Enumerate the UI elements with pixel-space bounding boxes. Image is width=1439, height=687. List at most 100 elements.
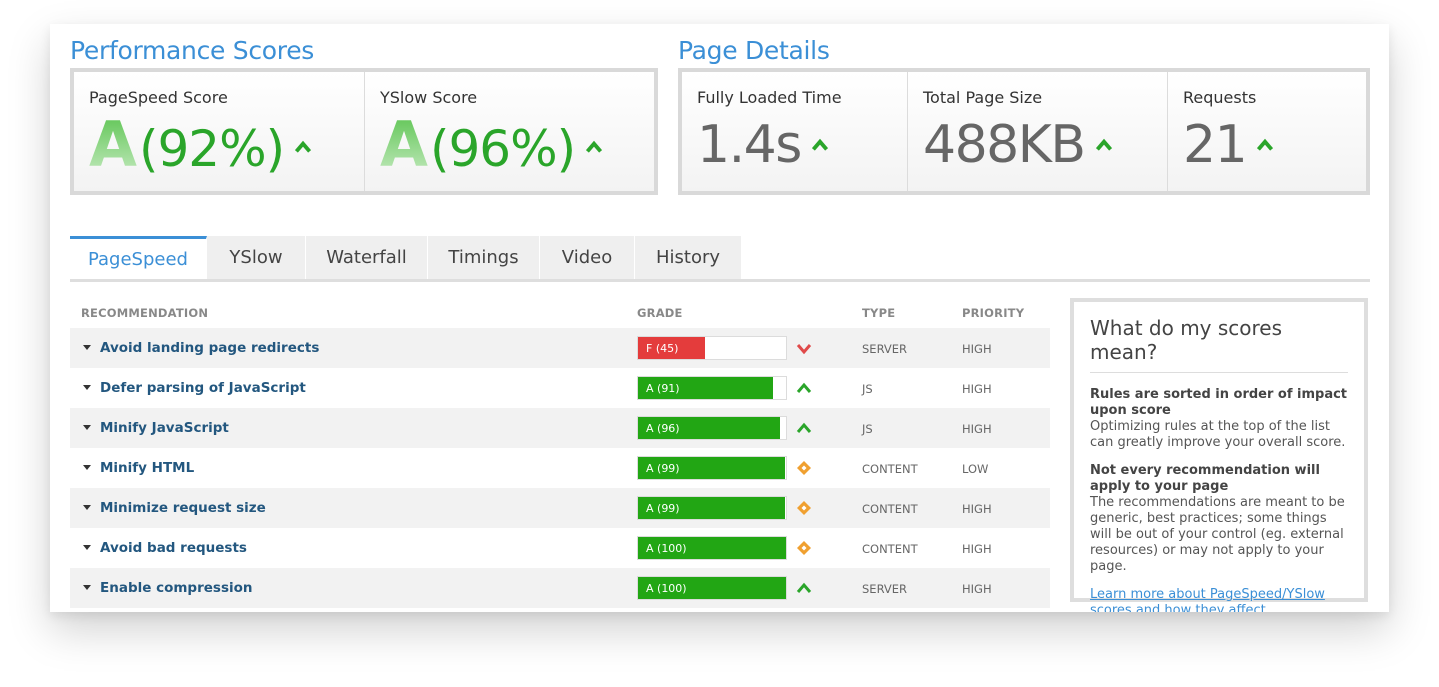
tab-history[interactable]: History bbox=[635, 236, 742, 279]
recommendation-name[interactable]: Minimize request size bbox=[100, 500, 266, 516]
info-text-not-every: The recommendations are meant to be gene… bbox=[1090, 495, 1345, 574]
header-recommendation[interactable]: RECOMMENDATION bbox=[81, 306, 208, 320]
grade-bar-fill: A (100) bbox=[638, 577, 786, 599]
pagespeed-percent: (92%) bbox=[138, 120, 285, 178]
caret-down-icon[interactable] bbox=[83, 585, 91, 590]
recommendation-name[interactable]: Enable compression bbox=[100, 580, 253, 596]
recommendation-priority: HIGH bbox=[962, 422, 992, 436]
table-row[interactable]: Minify HTML A (99) CONTENT LOW bbox=[70, 448, 1050, 488]
requests-value: 21 bbox=[1183, 115, 1248, 175]
table-row[interactable]: Avoid bad requests A (100) CONTENT HIGH bbox=[70, 528, 1050, 568]
recommendation-priority: LOW bbox=[962, 462, 989, 476]
chevron-up-icon bbox=[1257, 138, 1274, 151]
grade-bar: A (100) bbox=[637, 576, 787, 600]
recommendation-type: CONTENT bbox=[862, 462, 918, 476]
grade-bar: A (96) bbox=[637, 416, 787, 440]
info-heading-sorted: Rules are sorted in order of impact upon… bbox=[1090, 387, 1348, 418]
recommendation-priority: HIGH bbox=[962, 342, 992, 356]
grade-bar-fill: A (96) bbox=[638, 417, 781, 439]
recommendation-name[interactable]: Avoid landing page redirects bbox=[100, 340, 319, 356]
caret-down-icon[interactable] bbox=[83, 505, 91, 510]
table-row[interactable]: Minify JavaScript A (96) JS HIGH bbox=[70, 408, 1050, 448]
info-title: What do my scores mean? bbox=[1090, 316, 1348, 373]
yslow-grade: A bbox=[380, 108, 428, 181]
caret-down-icon[interactable] bbox=[83, 545, 91, 550]
grade-bar: A (91) bbox=[637, 376, 787, 400]
chevron-up-icon bbox=[586, 140, 603, 153]
header-type[interactable]: TYPE bbox=[862, 306, 895, 320]
recommendation-type: JS bbox=[862, 422, 873, 436]
recommendation-priority: HIGH bbox=[962, 582, 992, 596]
grade-bar: A (99) bbox=[637, 456, 787, 480]
table-row[interactable]: Defer parsing of JavaScript A (91) JS HIGH bbox=[70, 368, 1050, 408]
diamond-neutral-icon bbox=[797, 501, 811, 515]
grade-bar-fill: A (91) bbox=[638, 377, 773, 399]
fully-loaded-time-value: 1.4s bbox=[697, 115, 802, 175]
chevron-up-icon bbox=[811, 138, 828, 151]
yslow-percent: (96%) bbox=[429, 120, 576, 178]
grade-bar-fill: A (99) bbox=[638, 457, 785, 479]
report-card: Performance Scores Page Details PageSpee… bbox=[50, 24, 1389, 612]
page-details-title: Page Details bbox=[678, 36, 830, 65]
performance-scores-box: PageSpeed Score A (92%) YSlow Score A (9… bbox=[70, 68, 658, 195]
total-page-size-label: Total Page Size bbox=[923, 88, 1043, 107]
chevron-up-icon bbox=[796, 382, 812, 393]
recommendation-type: SERVER bbox=[862, 582, 908, 596]
recommendation-name[interactable]: Minify HTML bbox=[100, 460, 194, 476]
chevron-down-icon bbox=[796, 344, 812, 355]
header-priority[interactable]: PRIORITY bbox=[962, 306, 1024, 320]
requests-value-row: 21 bbox=[1183, 110, 1276, 180]
caret-down-icon[interactable] bbox=[83, 425, 91, 430]
caret-down-icon[interactable] bbox=[83, 345, 91, 350]
table-row[interactable]: Enable compression A (100) SERVER HIGH bbox=[70, 568, 1050, 608]
tab-video[interactable]: Video bbox=[540, 236, 635, 279]
tab-pagespeed[interactable]: PageSpeed bbox=[70, 236, 207, 279]
info-heading-not-every: Not every recommendation will apply to y… bbox=[1090, 463, 1320, 494]
recommendation-priority: HIGH bbox=[962, 382, 992, 396]
chevron-up-icon bbox=[1095, 138, 1112, 151]
scores-info-box: What do my scores mean? Rules are sorted… bbox=[1070, 298, 1368, 612]
caret-down-icon[interactable] bbox=[83, 385, 91, 390]
requests-label: Requests bbox=[1183, 88, 1257, 107]
recommendations-table: RECOMMENDATION GRADE TYPE PRIORITY Avoid… bbox=[70, 298, 1050, 608]
fully-loaded-time-label: Fully Loaded Time bbox=[697, 88, 842, 107]
table-body: Avoid landing page redirects F (45) SERVER… bbox=[70, 328, 1050, 608]
yslow-score-value: A (96%) bbox=[380, 110, 605, 184]
yslow-score: YSlow Score A (96%) bbox=[365, 72, 654, 191]
header-grade[interactable]: GRADE bbox=[637, 306, 683, 320]
total-page-size-value: 488KB bbox=[923, 115, 1086, 175]
fully-loaded-time: Fully Loaded Time 1.4s bbox=[682, 72, 908, 191]
chevron-up-icon bbox=[796, 582, 812, 593]
pagespeed-score: PageSpeed Score A (92%) bbox=[74, 72, 365, 191]
caret-down-icon[interactable] bbox=[83, 465, 91, 470]
diamond-neutral-icon bbox=[797, 541, 811, 555]
pagespeed-grade: A bbox=[89, 108, 137, 181]
requests: Requests 21 bbox=[1168, 72, 1366, 191]
table-header: RECOMMENDATION GRADE TYPE PRIORITY bbox=[70, 298, 1050, 328]
total-page-size: Total Page Size 488KB bbox=[908, 72, 1168, 191]
grade-bar-fill: A (99) bbox=[638, 497, 785, 519]
recommendation-type: JS bbox=[862, 382, 873, 396]
page-details-box: Fully Loaded Time 1.4s Total Page Size 4… bbox=[678, 68, 1370, 195]
grade-bar: A (99) bbox=[637, 496, 787, 520]
pagespeed-score-value: A (92%) bbox=[89, 110, 314, 184]
tab-waterfall[interactable]: Waterfall bbox=[306, 236, 428, 279]
table-row[interactable]: Minimize request size A (99) CONTENT HIGH bbox=[70, 488, 1050, 528]
performance-scores-title: Performance Scores bbox=[70, 36, 315, 65]
learn-more-link[interactable]: Learn more about PageSpeed/YSlow scores … bbox=[1090, 587, 1348, 612]
recommendation-name[interactable]: Minify JavaScript bbox=[100, 420, 229, 436]
fully-loaded-time-value-row: 1.4s bbox=[697, 110, 831, 180]
grade-bar-fill: A (100) bbox=[638, 537, 786, 559]
tab-timings[interactable]: Timings bbox=[428, 236, 540, 279]
chevron-up-icon bbox=[295, 140, 312, 153]
grade-bar: F (45) bbox=[637, 336, 787, 360]
total-page-size-value-row: 488KB bbox=[923, 110, 1115, 180]
recommendation-name[interactable]: Defer parsing of JavaScript bbox=[100, 380, 306, 396]
recommendation-priority: HIGH bbox=[962, 542, 992, 556]
recommendation-name[interactable]: Avoid bad requests bbox=[100, 540, 247, 556]
report-tabs: PageSpeed YSlow Waterfall Timings Video … bbox=[70, 236, 1370, 282]
pagespeed-score-label: PageSpeed Score bbox=[89, 88, 228, 107]
tab-yslow[interactable]: YSlow bbox=[207, 236, 306, 279]
grade-bar: A (100) bbox=[637, 536, 787, 560]
table-row[interactable]: Avoid landing page redirects F (45) SERVER… bbox=[70, 328, 1050, 368]
